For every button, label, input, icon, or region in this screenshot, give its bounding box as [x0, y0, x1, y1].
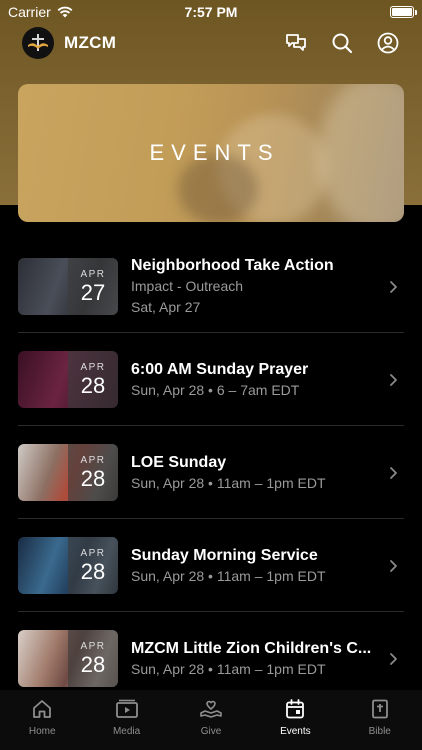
- chevron-right-icon: [390, 373, 397, 386]
- events-banner: EVENTS: [18, 84, 404, 222]
- tab-events[interactable]: Events: [253, 696, 337, 737]
- date-badge: APR 28: [68, 444, 118, 501]
- date-badge: APR 27: [68, 258, 118, 315]
- tab-label: Home: [28, 726, 56, 737]
- badge-day: 27: [80, 279, 106, 305]
- chevron-right-icon: [390, 466, 397, 479]
- event-subtitle: Sun, Apr 28 • 6 – 7am EDT: [131, 381, 300, 398]
- event-row[interactable]: APR 27 Neighborhood Take Action Impact -…: [0, 240, 422, 333]
- profile-icon: [377, 32, 399, 54]
- event-title: LOE Sunday: [131, 453, 227, 471]
- tab-media[interactable]: Media: [85, 696, 169, 737]
- home-icon: [29, 696, 55, 722]
- badge-month: APR: [80, 454, 106, 466]
- tab-label: Events: [280, 726, 311, 737]
- badge-day: 28: [80, 465, 106, 491]
- event-subtitle: Impact - Outreach: [131, 278, 244, 294]
- messages-button[interactable]: [284, 31, 308, 55]
- logo: [22, 27, 54, 59]
- battery-icon: [390, 6, 417, 18]
- give-icon: [198, 696, 224, 722]
- event-subtitle: Sun, Apr 28 • 11am – 1pm EDT: [131, 474, 326, 491]
- tab-bible[interactable]: Bible: [338, 696, 422, 737]
- event-subtitle: Sun, Apr 28 • 11am – 1pm EDT: [131, 567, 326, 584]
- event-title: MZCM Little Zion Children's C...: [131, 639, 372, 657]
- tab-label: Media: [112, 726, 141, 737]
- profile-button[interactable]: [376, 31, 400, 55]
- date-badge: APR 28: [68, 537, 118, 594]
- banner-title: EVENTS: [149, 140, 280, 165]
- event-title: Sunday Morning Service: [131, 546, 318, 564]
- chevron-right-icon: [390, 280, 397, 293]
- logo-icon: [28, 34, 48, 51]
- bible-icon: [367, 696, 393, 722]
- badge-month: APR: [80, 547, 106, 559]
- events-icon: [282, 696, 308, 722]
- brand-name: MZCM: [64, 33, 117, 52]
- event-list: APR 27 Neighborhood Take Action Impact -…: [0, 240, 422, 705]
- badge-month: APR: [80, 268, 106, 280]
- date-badge: APR 28: [68, 351, 118, 408]
- badge-day: 28: [80, 558, 106, 584]
- badge-day: 28: [80, 372, 106, 398]
- tab-bar: Home Media Give Events Bible: [0, 690, 422, 750]
- event-thumbnail: APR 27: [18, 258, 118, 315]
- tab-home[interactable]: Home: [0, 696, 84, 737]
- brand[interactable]: MZCM: [22, 27, 116, 59]
- tab-label: Bible: [368, 726, 391, 737]
- media-icon: [114, 696, 140, 722]
- carrier-label: Carrier: [8, 4, 51, 20]
- badge-month: APR: [80, 361, 106, 373]
- chat-bubbles-icon: [286, 34, 306, 51]
- status-bar: Carrier 7:57 PM: [0, 0, 422, 24]
- search-button[interactable]: [330, 31, 354, 55]
- event-row[interactable]: APR 28 6:00 AM Sunday Prayer Sun, Apr 28…: [0, 333, 422, 426]
- badge-month: APR: [80, 640, 106, 652]
- chevron-right-icon: [390, 652, 397, 665]
- event-row[interactable]: APR 28 LOE Sunday Sun, Apr 28 • 11am – 1…: [0, 426, 422, 519]
- tab-give[interactable]: Give: [169, 696, 253, 737]
- event-row[interactable]: APR 28 Sunday Morning Service Sun, Apr 2…: [0, 519, 422, 612]
- event-title: Neighborhood Take Action: [131, 257, 334, 274]
- app-header: MZCM: [22, 26, 400, 60]
- tab-label: Give: [200, 726, 222, 737]
- event-title: 6:00 AM Sunday Prayer: [131, 360, 309, 378]
- event-thumbnail: APR 28: [18, 444, 118, 501]
- wifi-icon: [57, 6, 73, 18]
- event-subtitle: Sun, Apr 28 • 11am – 1pm EDT: [131, 660, 326, 677]
- date-badge: APR 28: [68, 630, 118, 687]
- event-thumbnail: APR 28: [18, 351, 118, 408]
- event-date: Sat, Apr 27: [131, 299, 201, 315]
- search-icon: [332, 33, 353, 54]
- badge-day: 28: [80, 651, 106, 677]
- event-thumbnail: APR 28: [18, 630, 118, 687]
- event-thumbnail: APR 28: [18, 537, 118, 594]
- chevron-right-icon: [390, 559, 397, 572]
